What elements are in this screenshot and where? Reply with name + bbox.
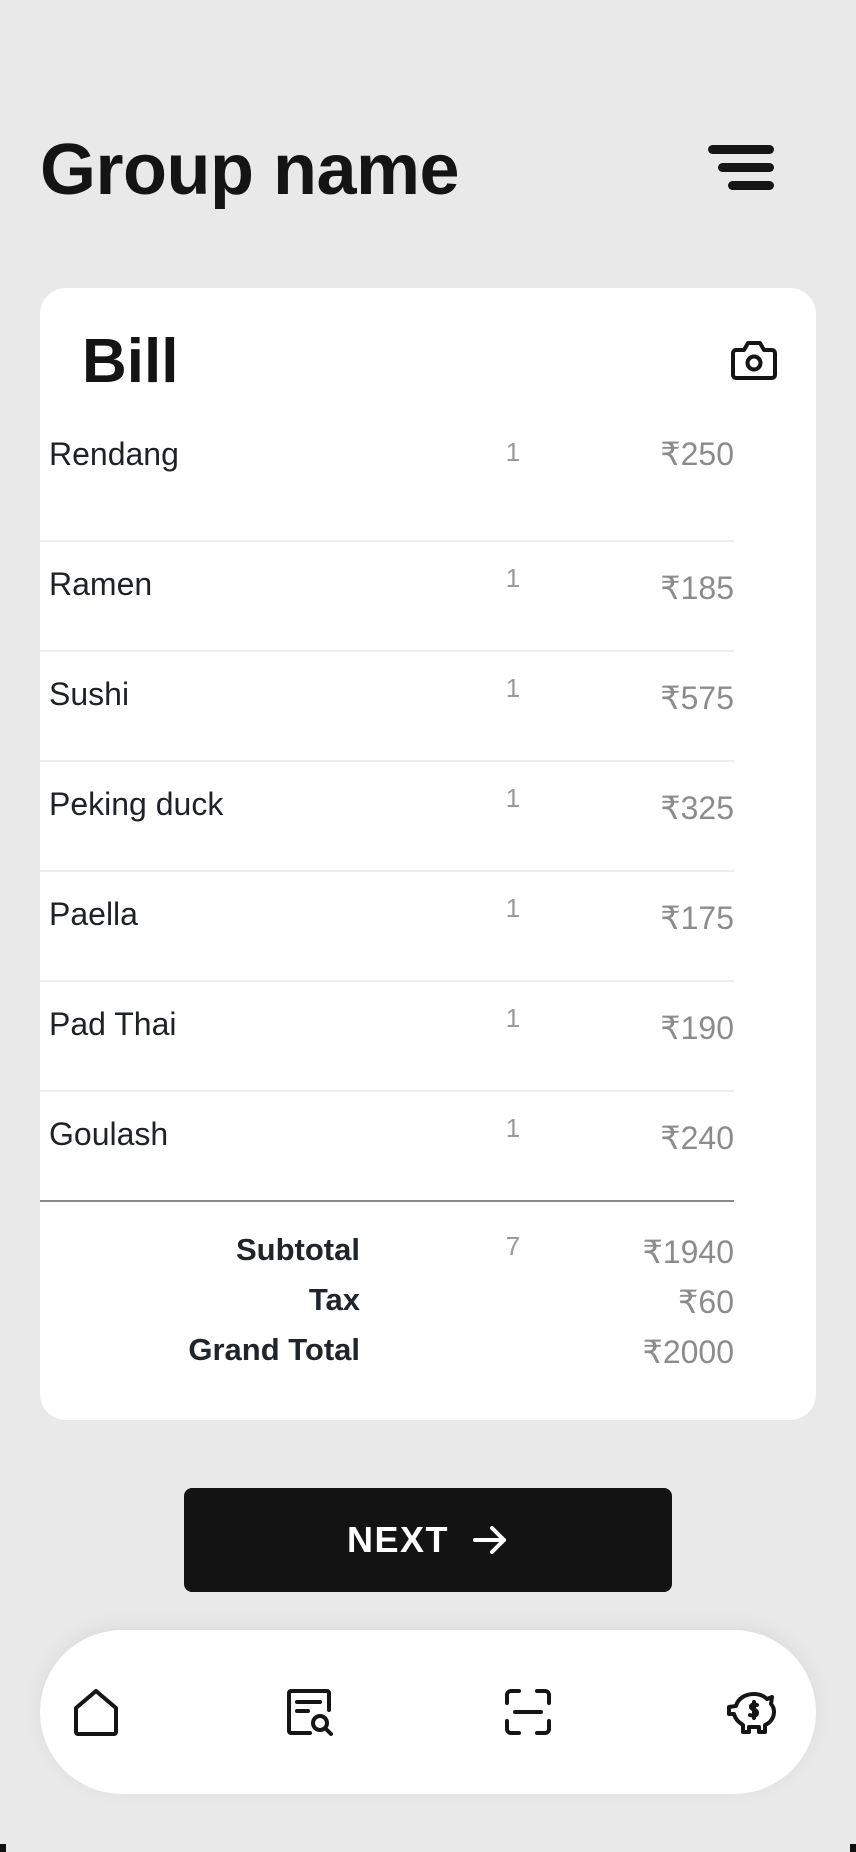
bill-item-row[interactable]: Rendang 1 ₹250 xyxy=(40,436,734,542)
totals-block: Subtotal 7 ₹1940 Tax ₹60 Grand Total ₹20… xyxy=(40,1228,734,1378)
item-quantity: 1 xyxy=(505,893,521,923)
next-button-label: NEXT xyxy=(346,1519,449,1560)
item-name: Ramen xyxy=(49,566,153,602)
item-name: Sushi xyxy=(49,676,130,712)
subtotal-row: Subtotal 7 ₹1940 xyxy=(40,1228,734,1278)
bill-item-row[interactable]: Goulash 1 ₹240 xyxy=(40,1092,734,1202)
next-button[interactable]: NEXT xyxy=(184,1488,672,1592)
tax-label: Tax xyxy=(308,1282,360,1317)
bill-item-row[interactable]: Sushi 1 ₹575 xyxy=(40,652,734,762)
menu-icon xyxy=(708,145,774,190)
item-price: ₹325 xyxy=(660,790,734,826)
arrow-right-icon xyxy=(471,1524,509,1556)
bill-item-list: Rendang 1 ₹250 Ramen 1 ₹185 Sushi 1 ₹575… xyxy=(40,436,734,1202)
item-name: Rendang xyxy=(49,436,179,472)
bill-item-row[interactable]: Ramen 1 ₹185 xyxy=(40,542,734,652)
item-price: ₹240 xyxy=(660,1120,734,1156)
grand-total-row: Grand Total ₹2000 xyxy=(40,1328,734,1378)
scan-icon xyxy=(505,1689,551,1735)
item-quantity: 1 xyxy=(505,1003,521,1033)
item-name: Pad Thai xyxy=(49,1006,177,1042)
item-price: ₹175 xyxy=(660,900,734,936)
item-price: ₹190 xyxy=(660,1010,734,1046)
item-price: ₹575 xyxy=(660,680,734,716)
item-price: ₹250 xyxy=(660,436,734,472)
camera-icon xyxy=(731,341,777,380)
item-quantity: 1 xyxy=(505,783,521,813)
item-name: Peking duck xyxy=(49,786,224,822)
screen-corner-right xyxy=(850,1844,856,1852)
item-price: ₹185 xyxy=(660,570,734,606)
nav-home[interactable] xyxy=(70,1686,122,1738)
item-quantity: 1 xyxy=(505,437,521,467)
bill-title: Bill xyxy=(82,327,179,396)
bottom-navigation xyxy=(40,1630,816,1794)
subtotal-value: ₹1940 xyxy=(642,1234,734,1270)
subtotal-quantity: 7 xyxy=(505,1231,521,1261)
page-title: Group name xyxy=(40,130,460,210)
tax-row: Tax ₹60 xyxy=(40,1278,734,1328)
receipt-search-icon xyxy=(287,1689,333,1736)
grand-total-value: ₹2000 xyxy=(642,1334,734,1370)
item-quantity: 1 xyxy=(505,1113,521,1143)
bill-item-row[interactable]: Peking duck 1 ₹325 xyxy=(40,762,734,872)
bill-item-row[interactable]: Paella 1 ₹175 xyxy=(40,872,734,982)
menu-button[interactable] xyxy=(708,143,774,193)
bill-item-row[interactable]: Pad Thai 1 ₹190 xyxy=(40,982,734,1092)
item-quantity: 1 xyxy=(505,673,521,703)
home-icon xyxy=(74,1689,118,1736)
screen-corner-left xyxy=(0,1844,6,1852)
grand-total-label: Grand Total xyxy=(188,1332,360,1367)
camera-button[interactable] xyxy=(730,338,778,382)
tax-value: ₹60 xyxy=(678,1284,734,1320)
item-quantity: 1 xyxy=(505,563,521,593)
subtotal-label: Subtotal xyxy=(236,1232,360,1267)
header: Group name xyxy=(40,125,816,215)
item-name: Paella xyxy=(49,896,138,932)
nav-savings[interactable] xyxy=(726,1686,778,1738)
item-name: Goulash xyxy=(49,1116,169,1152)
nav-scan[interactable] xyxy=(502,1686,554,1738)
piggy-bank-icon xyxy=(727,1692,776,1734)
totals-divider xyxy=(40,1200,734,1202)
nav-receipt-search[interactable] xyxy=(284,1686,336,1738)
